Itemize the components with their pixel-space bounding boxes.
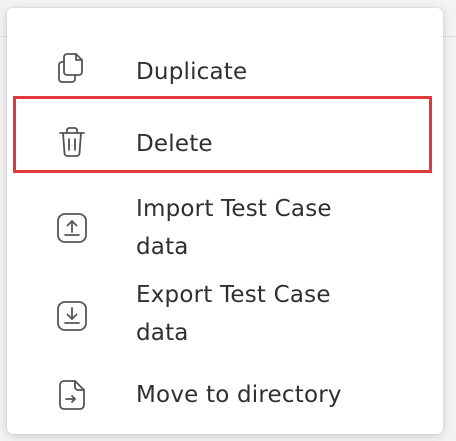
import-icon — [54, 210, 90, 246]
menu-item-label: Move to directory — [136, 382, 342, 408]
move-file-icon — [54, 377, 90, 413]
menu-item-label: Import Test Case data — [136, 196, 332, 260]
menu-item-export-test-case-data[interactable]: Export Test Case data — [7, 270, 443, 356]
menu-item-label: Duplicate — [136, 59, 248, 85]
menu-item-move-to-directory[interactable]: Move to directory — [7, 356, 443, 428]
menu-item-label: Export Test Case data — [136, 282, 331, 346]
menu-item-delete[interactable]: Delete — [7, 100, 443, 184]
menu-item-import-test-case-data[interactable]: Import Test Case data — [7, 184, 443, 270]
export-icon — [54, 298, 90, 334]
trash-icon — [54, 124, 90, 160]
duplicate-icon — [54, 50, 90, 86]
context-menu: Duplicate Delete Import Test Case data E… — [7, 8, 443, 434]
menu-item-label: Delete — [136, 131, 213, 157]
menu-item-duplicate[interactable]: Duplicate — [7, 38, 443, 100]
